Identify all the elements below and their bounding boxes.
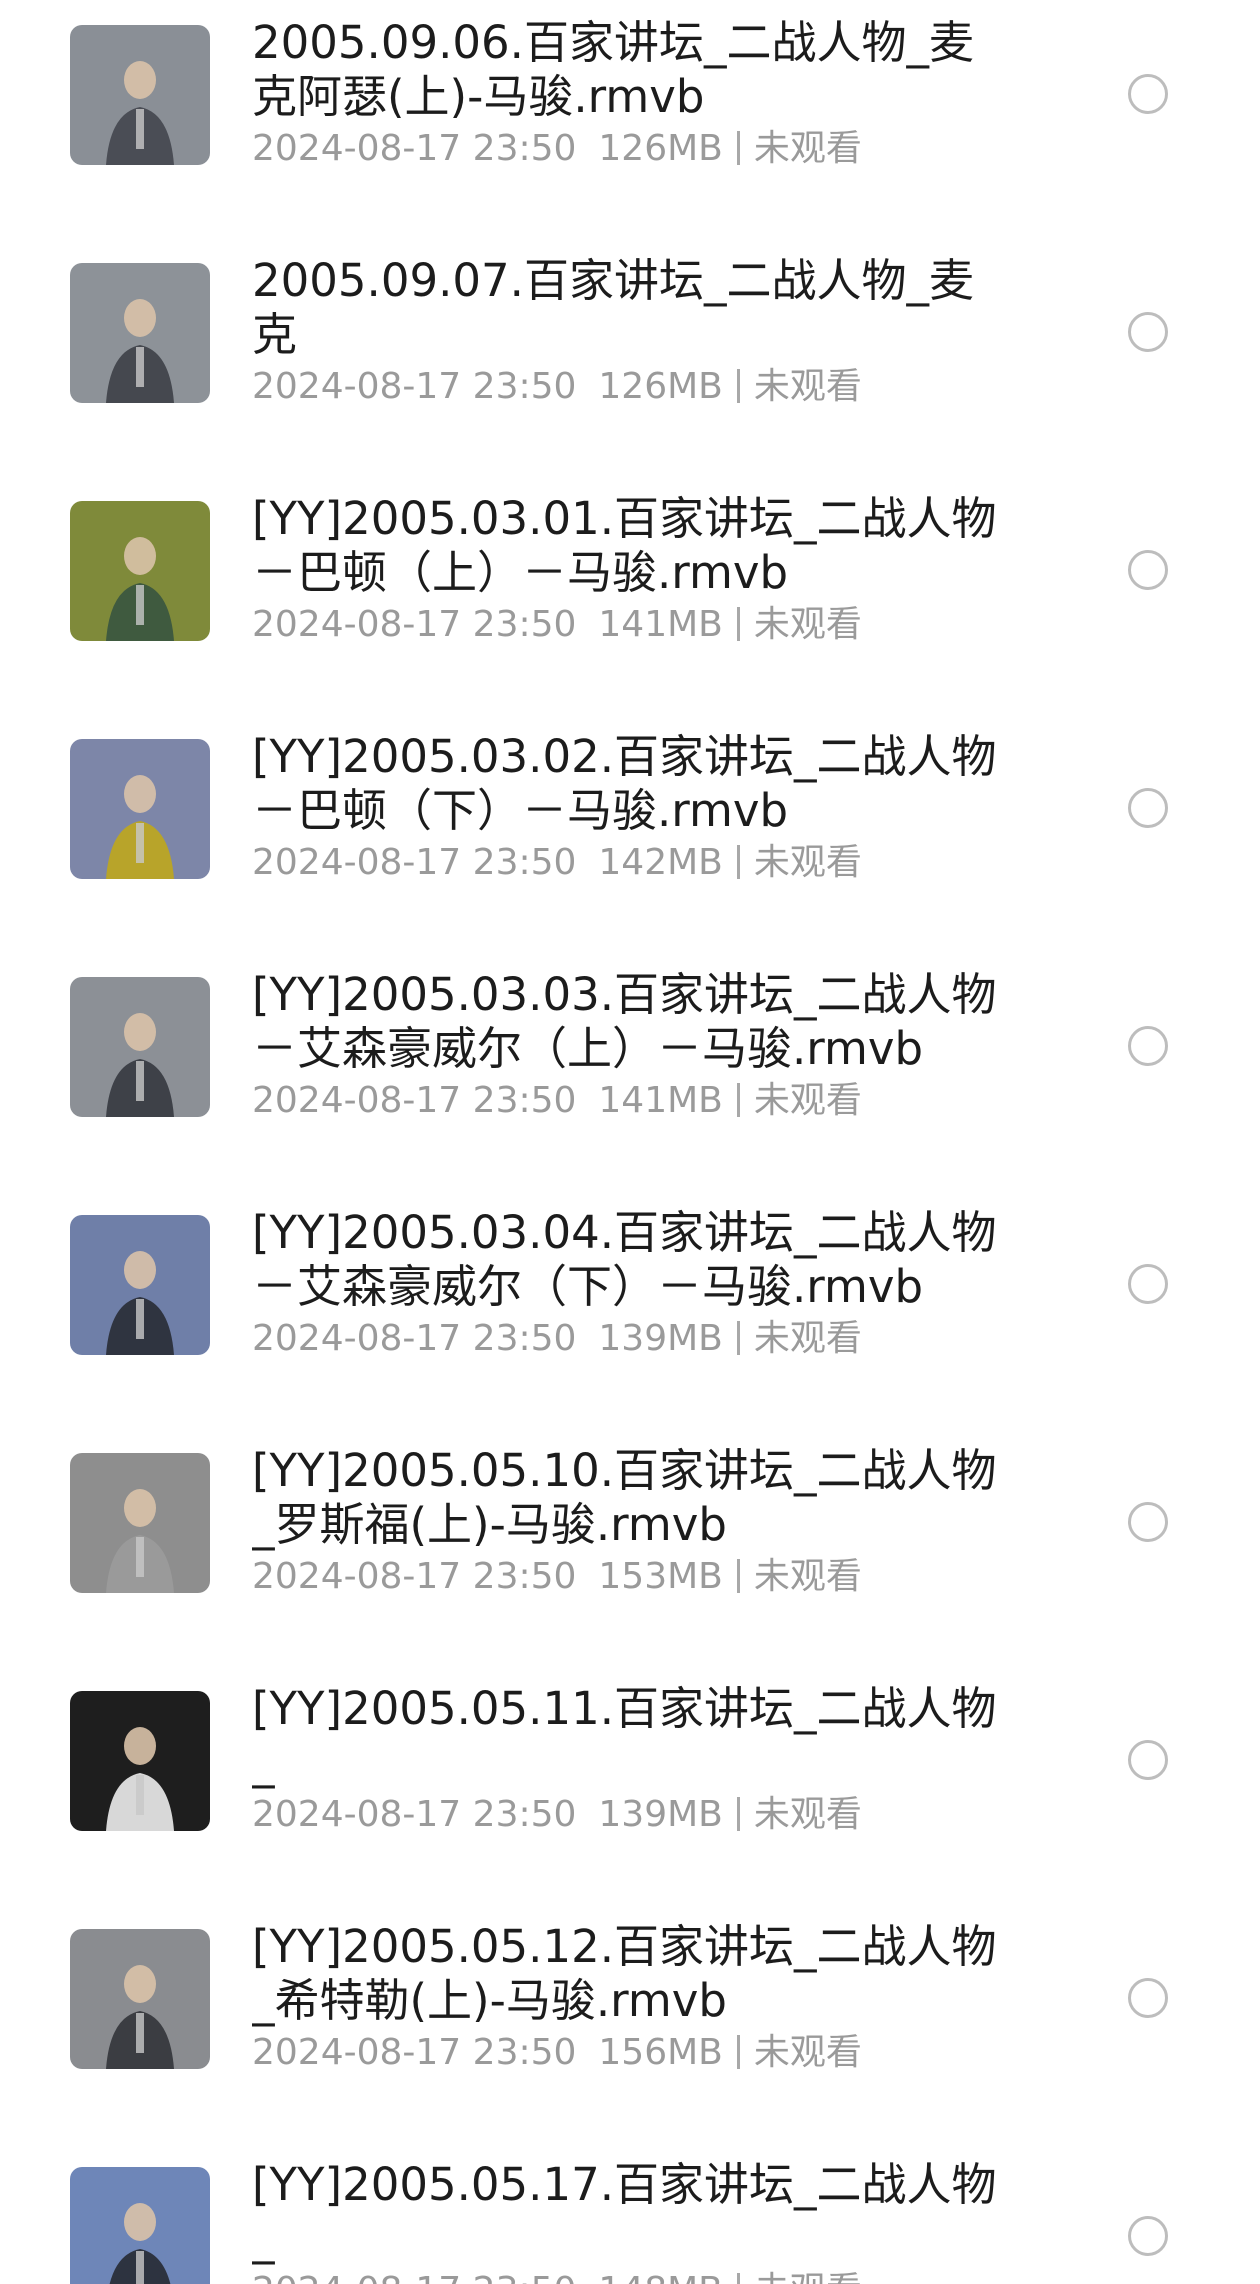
select-radio-icon[interactable] [1128, 1740, 1168, 1780]
video-thumbnail[interactable] [70, 739, 210, 879]
file-name: [YY]2005.03.04.百家讲坛_二战人物 －艾森豪威尔（下）－马骏.rm… [252, 1206, 997, 1313]
select-radio-icon[interactable] [1128, 1978, 1168, 2018]
meta-separator [736, 1083, 740, 1117]
file-date: 2024-08-17 23:50 [252, 2032, 577, 2073]
watch-status: 未观看 [754, 2270, 862, 2284]
video-thumbnail[interactable] [70, 1929, 210, 2069]
file-date: 2024-08-17 23:50 [252, 2270, 576, 2284]
file-size: 141MB [598, 1080, 723, 1121]
video-thumbnail[interactable] [70, 1691, 210, 1831]
file-meta: 2024-08-17 23:50 153MB 未观看 [252, 1552, 862, 1602]
watch-status: 未观看 [753, 1556, 862, 1597]
watch-status: 未观看 [753, 1318, 862, 1359]
file-list-item[interactable]: [YY]2005.05.10.百家讲坛_二战人物 _罗斯福(上)-马骏.rmvb… [0, 1428, 1260, 1666]
file-list-item[interactable]: [YY]2005.03.02.百家讲坛_二战人物 －巴顿（下）－马骏.rmvb 2… [0, 714, 1260, 952]
meta-separator [736, 369, 740, 403]
file-list-item[interactable]: [YY]2005.03.01.百家讲坛_二战人物 －巴顿（上）－马骏.rmvb 2… [0, 476, 1260, 714]
file-date: 2024-08-17 23:50 [252, 1080, 577, 1121]
video-thumbnail[interactable] [70, 1215, 210, 1355]
file-size: 141MB [598, 604, 723, 645]
file-date: 2024-08-17 23:50 [252, 1318, 577, 1359]
meta-separator [736, 607, 740, 641]
file-name: [YY]2005.05.11.百家讲坛_二战人物_ 罗斯福(下)-马骏.rmvb [252, 1682, 997, 1789]
file-date: 2024-08-17 23:50 [252, 1556, 577, 1597]
meta-separator [736, 131, 740, 165]
select-radio-icon[interactable] [1128, 550, 1168, 590]
meta-separator [736, 1321, 740, 1355]
file-date: 2024-08-17 23:50 [252, 604, 577, 645]
watch-status: 未观看 [753, 842, 862, 883]
watch-status: 未观看 [753, 1794, 862, 1835]
meta-separator [736, 2035, 740, 2069]
file-date: 2024-08-17 23:50 [252, 128, 577, 169]
select-radio-icon[interactable] [1128, 1502, 1168, 1542]
video-thumbnail[interactable] [70, 2167, 210, 2284]
file-date: 2024-08-17 23:50 [252, 366, 577, 407]
file-meta: 2024-08-17 23:50 126MB 未观看 [252, 362, 862, 412]
file-list-item[interactable]: [YY]2005.03.03.百家讲坛_二战人物 －艾森豪威尔（上）－马骏.rm… [0, 952, 1260, 1190]
file-meta: 2024-08-17 23:50 142MB 未观看 [252, 838, 862, 888]
meta-separator [736, 1559, 740, 1593]
file-size: 139MB [598, 1794, 723, 1835]
file-size: 142MB [598, 842, 723, 883]
file-meta: 2024-08-17 23:50 148MB 未观看 [252, 2266, 862, 2284]
file-size: 153MB [598, 1556, 723, 1597]
file-size: 126MB [598, 128, 723, 169]
meta-separator [736, 2273, 740, 2284]
video-thumbnail[interactable] [70, 1453, 210, 1593]
file-date: 2024-08-17 23:50 [252, 1794, 577, 1835]
select-radio-icon[interactable] [1128, 1264, 1168, 1304]
select-radio-icon[interactable] [1128, 2216, 1168, 2256]
file-list-item[interactable]: 2005.09.07.百家讲坛_二战人物_麦克 阿瑟(下)-马骏.rmvb202… [0, 238, 1260, 476]
file-size: 139MB [598, 1318, 723, 1359]
watch-status: 未观看 [753, 1080, 862, 1121]
file-meta: 2024-08-17 23:50 156MB 未观看 [252, 2028, 862, 2078]
file-meta: 2024-08-17 23:50 139MB 未观看 [252, 1790, 862, 1840]
file-name: [YY]2005.05.17.百家讲坛_二战人物_ 朱可夫(上)-马骏.rmvb [252, 2158, 997, 2265]
file-meta: 2024-08-17 23:50 126MB 未观看 [252, 124, 862, 174]
file-name: [YY]2005.03.01.百家讲坛_二战人物 －巴顿（上）－马骏.rmvb [252, 492, 997, 599]
file-meta: 2024-08-17 23:50 141MB 未观看 [252, 1076, 862, 1126]
select-radio-icon[interactable] [1128, 788, 1168, 828]
file-size: 126MB [598, 366, 723, 407]
file-size: 156MB [598, 2032, 723, 2073]
meta-separator [736, 845, 740, 879]
watch-status: 未观看 [753, 128, 862, 169]
watch-status: 未观看 [753, 366, 862, 407]
select-radio-icon[interactable] [1128, 74, 1168, 114]
file-name: [YY]2005.05.10.百家讲坛_二战人物 _罗斯福(上)-马骏.rmvb [252, 1444, 997, 1551]
file-meta: 2024-08-17 23:50 139MB 未观看 [252, 1314, 862, 1364]
file-list-item[interactable]: [YY]2005.05.17.百家讲坛_二战人物_ 朱可夫(上)-马骏.rmvb… [0, 2142, 1260, 2284]
file-name: [YY]2005.03.02.百家讲坛_二战人物 －巴顿（下）－马骏.rmvb [252, 730, 997, 837]
select-radio-icon[interactable] [1128, 1026, 1168, 1066]
watch-status: 未观看 [753, 604, 862, 645]
file-name: 2005.09.07.百家讲坛_二战人物_麦克 阿瑟(下)-马骏.rmvb [252, 254, 974, 361]
file-date: 2024-08-17 23:50 [252, 842, 577, 883]
file-name: [YY]2005.05.12.百家讲坛_二战人物 _希特勒(上)-马骏.rmvb [252, 1920, 997, 2027]
file-name: [YY]2005.03.03.百家讲坛_二战人物 －艾森豪威尔（上）－马骏.rm… [252, 968, 997, 1075]
select-radio-icon[interactable] [1128, 312, 1168, 352]
video-thumbnail[interactable] [70, 977, 210, 1117]
file-list-item[interactable]: 2005.09.06.百家讲坛_二战人物_麦 克阿瑟(上)-马骏.rmvb 202… [0, 0, 1260, 238]
file-list-item[interactable]: [YY]2005.05.12.百家讲坛_二战人物 _希特勒(上)-马骏.rmvb… [0, 1904, 1260, 2142]
video-thumbnail[interactable] [70, 501, 210, 641]
watch-status: 未观看 [753, 2032, 862, 2073]
file-name: 2005.09.06.百家讲坛_二战人物_麦 克阿瑟(上)-马骏.rmvb [252, 16, 974, 123]
video-thumbnail[interactable] [70, 263, 210, 403]
file-meta: 2024-08-17 23:50 141MB 未观看 [252, 600, 862, 650]
file-size: 148MB [598, 2270, 722, 2284]
file-list-item[interactable]: [YY]2005.05.11.百家讲坛_二战人物_ 罗斯福(下)-马骏.rmvb… [0, 1666, 1260, 1904]
file-list: 2005.09.06.百家讲坛_二战人物_麦 克阿瑟(上)-马骏.rmvb 202… [0, 0, 1260, 2284]
video-thumbnail[interactable] [70, 25, 210, 165]
meta-separator [736, 1797, 740, 1831]
file-list-item[interactable]: [YY]2005.03.04.百家讲坛_二战人物 －艾森豪威尔（下）－马骏.rm… [0, 1190, 1260, 1428]
